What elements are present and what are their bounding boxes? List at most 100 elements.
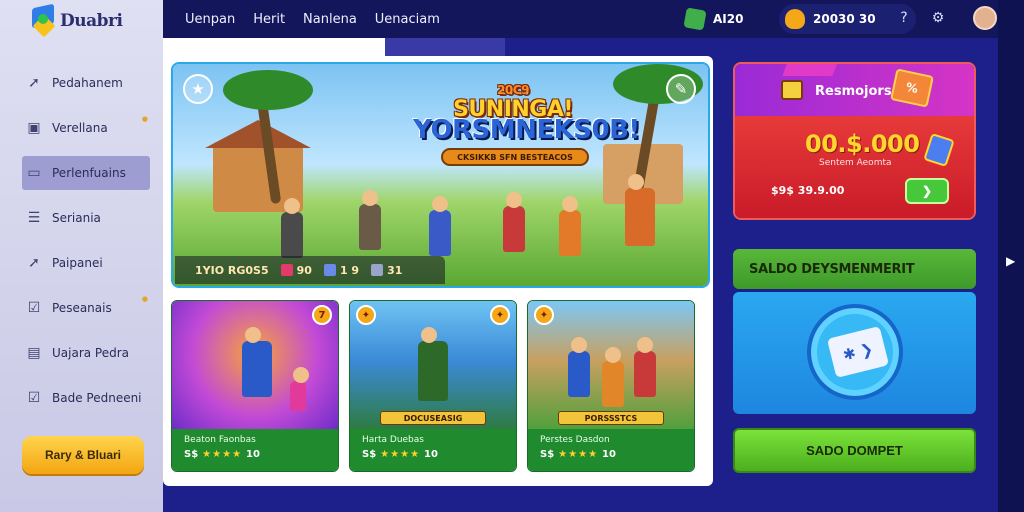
- sidebar-item-label: Bade Pedneeni: [52, 391, 142, 405]
- card-rating: S$ ★★★★ 10: [362, 449, 438, 460]
- arrow-icon: ➚: [28, 75, 40, 91]
- card-badge: ✦: [490, 305, 510, 325]
- hero-stat-value: 1YIO RG0S5: [195, 263, 269, 277]
- game-card[interactable]: ✦ PORSSSTCS Perstes Dasdon S$ ★★★★ 10: [527, 300, 695, 472]
- list-icon: ☰: [27, 210, 41, 226]
- card-rating: S$ ★★★★ 10: [184, 449, 260, 460]
- game-card[interactable]: ✦ ✦ DOCUSEASIG Harta Duebas S$ ★★★★ 10: [349, 300, 517, 472]
- brand-name: Duabri: [60, 11, 123, 31]
- sidebar-item-5[interactable]: ➚ Paipanei: [22, 246, 150, 280]
- promo-label: Resmojors: [815, 84, 892, 99]
- sidebar-item-2[interactable]: ▣ Verellana ●: [22, 111, 150, 145]
- game-card[interactable]: 7 Beaton Faonbas S$ ★★★★ 10: [171, 300, 339, 472]
- saldo-header[interactable]: SALDO DEYSMENMERIT: [733, 249, 976, 289]
- saldo-dompet-button[interactable]: SADO DOMPET: [733, 428, 976, 473]
- hero-title-sub: YORSMNEKS0B!: [413, 115, 640, 145]
- logo[interactable]: Duabri: [30, 3, 123, 38]
- sidebar-item-label: Peseanais: [52, 301, 112, 315]
- stat-icon: [371, 264, 384, 276]
- stat-icon: [323, 264, 336, 276]
- gems-value: AI20: [713, 12, 744, 26]
- star-icon: ★★★★: [558, 449, 599, 460]
- star-icon: ★★★★: [380, 449, 421, 460]
- sidebar-item-1[interactable]: ➚ Pedahanem: [22, 66, 150, 100]
- gems-counter[interactable]: AI20: [683, 4, 744, 34]
- hero-title: 20C9 SUNINGA! YORSMNEKS0B!: [413, 80, 640, 145]
- header-icons: ? ⚙: [893, 6, 997, 30]
- card-badge: ✦: [534, 305, 554, 325]
- card-tag: PORSSSTCS: [558, 411, 664, 425]
- top-bar: Uenpan Herit Nanlena Uenaciam AI20 20030…: [163, 0, 1024, 38]
- star-icon: ★★★★: [202, 449, 243, 460]
- coins-value: 20030 30: [813, 12, 876, 26]
- notification-dot: ●: [141, 295, 148, 303]
- sidebar-item-label: Uajara Pedra: [52, 346, 130, 360]
- tools-icon[interactable]: ✎: [666, 74, 696, 104]
- top-nav-item[interactable]: Herit: [253, 12, 285, 27]
- hero-ribbon: CKSIKKB SFN BESTEACOS: [441, 148, 589, 166]
- rating-prefix: S$: [184, 449, 199, 460]
- rating-prefix: S$: [362, 449, 377, 460]
- box-icon: ▤: [27, 345, 41, 361]
- character-figure: [359, 190, 381, 250]
- sidebar: Duabri ➚ Pedahanem ▣ Verellana ● ▭ Perle…: [0, 0, 163, 512]
- character-figure: [634, 337, 656, 397]
- hero-banner[interactable]: 20C9 SUNINGA! YORSMNEKS0B! CKSIKKB SFN B…: [171, 62, 710, 288]
- character-figure: [429, 196, 451, 256]
- chevron-right-icon[interactable]: ▶: [1006, 254, 1015, 268]
- card-footer: Perstes Dasdon S$ ★★★★ 10: [528, 429, 694, 471]
- favorite-icon[interactable]: ★: [183, 74, 213, 104]
- character-figure: [242, 327, 272, 397]
- rating-score: 10: [602, 449, 616, 460]
- sidebar-item-4[interactable]: ☰ Seriania: [22, 201, 150, 235]
- hero-stat: 1YIO RG0S5: [195, 264, 269, 277]
- ribbon-icon: [782, 64, 838, 76]
- top-nav-item[interactable]: Nanlena: [303, 12, 357, 27]
- saldo-panel: ✱ ❯: [733, 292, 976, 414]
- promo-go-button[interactable]: ❯: [905, 178, 949, 204]
- character-figure: [290, 367, 309, 411]
- info-icon[interactable]: ?: [893, 7, 915, 29]
- stat-icon: [280, 264, 293, 276]
- rating-score: 10: [424, 449, 438, 460]
- avatar[interactable]: [973, 6, 997, 30]
- saldo-circle: ✱ ❯: [807, 304, 903, 400]
- rating-prefix: S$: [540, 449, 555, 460]
- top-nav-item[interactable]: Uenaciam: [375, 12, 440, 27]
- coin-icon: [785, 9, 805, 29]
- sidebar-item-7[interactable]: ▤ Uajara Pedra: [22, 336, 150, 370]
- card-title: Harta Duebas: [362, 435, 424, 445]
- card-icon: ▭: [27, 165, 41, 181]
- sidebar-item-8[interactable]: ☑ Bade Pedneeni: [22, 381, 150, 415]
- hero-stat: 1 9: [323, 264, 359, 277]
- card-tag: DOCUSEASIG: [380, 411, 486, 425]
- sidebar-nav: ➚ Pedahanem ▣ Verellana ● ▭ Perlenfuains…: [22, 66, 150, 426]
- check-icon: ☑: [27, 300, 41, 316]
- sidebar-item-label: Perlenfuains: [52, 166, 126, 180]
- card-title: Perstes Dasdon: [540, 435, 610, 445]
- wallet-card-icon: ✱ ❯: [826, 326, 890, 378]
- notification-dot: ●: [141, 115, 148, 123]
- character-figure: [568, 337, 590, 397]
- card-footer: Beaton Faonbas S$ ★★★★ 10: [172, 429, 338, 471]
- card-badge: ✦: [356, 305, 376, 325]
- top-nav-item[interactable]: Uenpan: [185, 12, 235, 27]
- promo-panel[interactable]: Resmojors % 00.$.000 Sentem Aeomta $9$ 3…: [733, 62, 976, 220]
- promo-subtitle: Sentem Aeomta: [819, 158, 892, 168]
- card-rating: S$ ★★★★ 10: [540, 449, 616, 460]
- sidebar-cta-button[interactable]: Rary & Bluari: [22, 436, 144, 474]
- gem-icon: [683, 7, 707, 31]
- card-footer: Harta Duebas S$ ★★★★ 10: [350, 429, 516, 471]
- sidebar-item-label: Paipanei: [52, 256, 103, 270]
- sidebar-item-label: Pedahanem: [52, 76, 123, 90]
- sidebar-item-label: Verellana: [52, 121, 108, 135]
- character-figure: [602, 347, 624, 407]
- sidebar-item-6[interactable]: ☑ Peseanais ●: [22, 291, 150, 325]
- card-badge: 7: [312, 305, 332, 325]
- top-nav: Uenpan Herit Nanlena Uenaciam: [185, 0, 440, 38]
- settings-icon[interactable]: ⚙: [927, 7, 949, 29]
- check-icon: ☑: [27, 390, 41, 406]
- arrow-icon: ➚: [28, 255, 40, 271]
- sidebar-item-3[interactable]: ▭ Perlenfuains: [22, 156, 150, 190]
- hero-stat: 90: [280, 264, 312, 277]
